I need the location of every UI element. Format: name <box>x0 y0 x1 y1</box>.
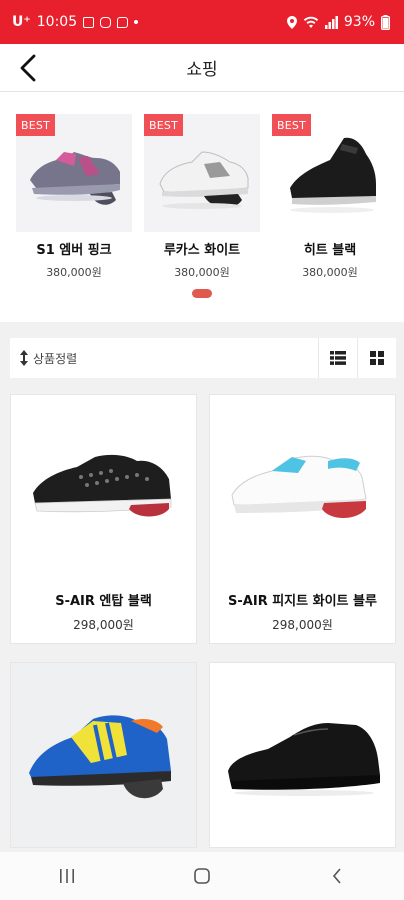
best-item[interactable]: BEST 히트 블랙 380,000원 <box>272 114 388 280</box>
sort-button[interactable]: 상품정렬 <box>10 350 77 367</box>
sort-arrows-icon <box>20 350 28 366</box>
product-image: BEST <box>16 114 132 232</box>
chevron-left-icon <box>20 54 36 82</box>
home-icon <box>194 868 210 884</box>
best-carousel[interactable]: BEST S1 엠버 핑크 380,000원 BEST 루카스 화이트 380,… <box>0 92 404 322</box>
product-card[interactable]: S-AIR 엔탑 블랙 298,000원 <box>10 394 197 644</box>
best-item-price: 380,000원 <box>46 266 102 279</box>
product-card[interactable] <box>10 662 197 848</box>
list-view-button[interactable] <box>318 338 357 378</box>
status-bar: U⁺ 10:05 93% <box>0 0 404 44</box>
home-button[interactable] <box>182 856 222 896</box>
best-item-name: 히트 블랙 <box>303 243 357 258</box>
recent-apps-button[interactable] <box>47 856 87 896</box>
best-item-price: 380,000원 <box>174 266 230 279</box>
gallery-notification-icon <box>83 16 95 28</box>
shoe-image-black-dress <box>228 723 380 796</box>
best-badge: BEST <box>272 114 311 136</box>
location-icon <box>286 15 297 29</box>
carousel-indicator-active[interactable] <box>192 289 212 298</box>
list-view-icon <box>330 351 346 365</box>
status-left: U⁺ 10:05 <box>12 14 139 30</box>
shoe-image-s-air-black <box>33 454 172 517</box>
product-info: S-AIR 피지트 화이트 블루 298,000원 <box>210 579 395 643</box>
best-badge: BEST <box>144 114 183 136</box>
page-title: 쇼핑 <box>186 60 218 80</box>
product-image: BEST <box>272 114 388 232</box>
battery-percent: 93% <box>343 14 375 30</box>
system-nav-bar <box>0 852 404 900</box>
product-name: S-AIR 엔탑 블랙 <box>55 593 152 609</box>
signal-icon <box>324 15 338 29</box>
shoe-image-s-air-white-blue <box>231 455 367 518</box>
product-info: S-AIR 엔탑 블랙 298,000원 <box>11 579 196 643</box>
battery-icon <box>381 14 390 30</box>
product-image <box>11 663 196 847</box>
product-name: S-AIR 피지트 화이트 블루 <box>228 593 377 609</box>
product-image <box>210 395 395 579</box>
product-card[interactable] <box>209 662 396 848</box>
sort-label: 상품정렬 <box>33 351 78 366</box>
more-notifications-icon <box>134 20 139 24</box>
best-item[interactable]: BEST 루카스 화이트 380,000원 <box>144 114 260 280</box>
product-price: 298,000원 <box>272 617 333 632</box>
recent-apps-icon <box>60 869 75 883</box>
product-card[interactable]: S-AIR 피지트 화이트 블루 298,000원 <box>209 394 396 644</box>
product-price: 298,000원 <box>73 617 134 632</box>
best-item-name: S1 엠버 핑크 <box>36 243 112 258</box>
sort-bar: 상품정렬 <box>10 338 396 378</box>
product-image: BEST <box>144 114 260 232</box>
system-back-button[interactable] <box>317 856 357 896</box>
product-image <box>210 663 395 847</box>
grid-view-button[interactable] <box>357 338 396 378</box>
message-notification-icon <box>117 16 129 28</box>
app-header: 쇼핑 <box>0 44 404 92</box>
best-item-price: 380,000원 <box>302 266 358 279</box>
back-button[interactable] <box>14 52 46 84</box>
instagram-notification-icon <box>100 16 112 28</box>
shoe-image-blue-yellow <box>29 715 171 799</box>
wifi-icon <box>303 16 319 28</box>
best-item-name: 루카스 화이트 <box>163 243 241 258</box>
clock: 10:05 <box>36 14 78 30</box>
grid-view-icon <box>370 351 384 365</box>
best-badge: BEST <box>16 114 55 136</box>
status-right: 93% <box>286 14 390 30</box>
best-item[interactable]: BEST S1 엠버 핑크 380,000원 <box>16 114 132 280</box>
carrier-label: U⁺ <box>12 14 31 30</box>
product-image <box>11 395 196 579</box>
back-arrow-icon <box>332 868 341 884</box>
